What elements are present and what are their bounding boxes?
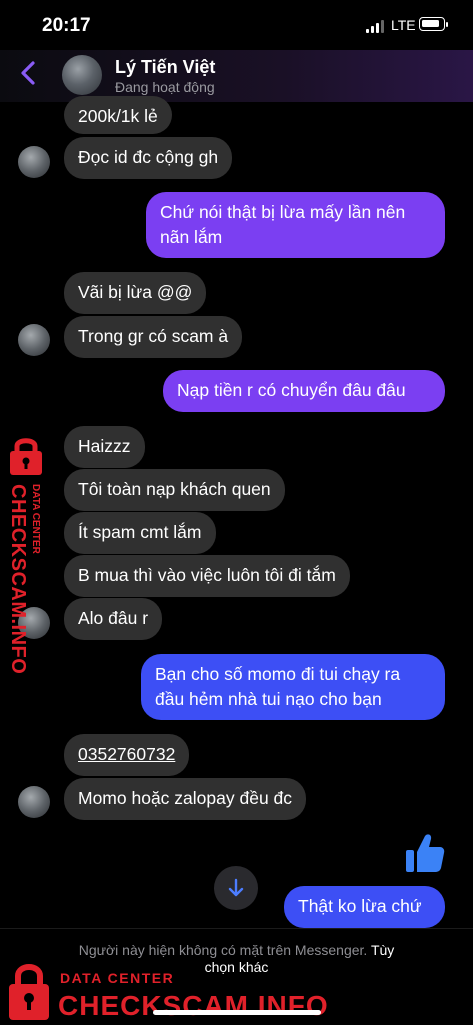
message-bubble-incoming[interactable]: 200k/1k lẻ xyxy=(64,96,172,134)
avatar[interactable] xyxy=(18,324,50,356)
unavailable-notice: Người này hiện không có mặt trên Messeng… xyxy=(78,942,368,958)
watermark-text: CHECKSCAM.INFO xyxy=(7,484,29,675)
message-bubble-incoming[interactable]: B mua thì vào việc luôn tôi đi tắm xyxy=(64,555,350,597)
message-bubble-outgoing[interactable]: Chứ nói thật bị lừa mấy lần nên nãn lắm xyxy=(146,192,445,258)
back-chevron-icon[interactable] xyxy=(18,60,44,88)
like-thumb-icon[interactable] xyxy=(405,832,445,874)
message-bubble-incoming[interactable]: Trong gr có scam à xyxy=(64,316,243,358)
signal-icon xyxy=(366,19,386,33)
contact-status: Đang hoạt động xyxy=(115,79,215,95)
lock-icon xyxy=(9,964,49,1020)
message-bubble-outgoing[interactable]: Thật ko lừa chứ xyxy=(284,886,445,928)
home-indicator[interactable] xyxy=(153,1010,321,1015)
phone-number-link[interactable]: 0352760732 xyxy=(64,734,190,776)
message-bubble-incoming[interactable]: Alo đâu r xyxy=(64,598,163,640)
watermark-subtext: DATA CENTER xyxy=(30,484,41,554)
watermark-subtext: DATA CENTER xyxy=(60,970,175,986)
message-bubble-incoming[interactable]: Tôi toàn nạp khách quen xyxy=(64,469,285,511)
scroll-down-button[interactable] xyxy=(214,866,258,910)
message-bubble-outgoing[interactable]: Nạp tiền r có chuyển đâu đâu xyxy=(163,370,445,412)
network-type: LTE xyxy=(391,17,416,33)
message-bubble-incoming[interactable]: Vãi bị lừa @@ xyxy=(64,272,207,314)
avatar[interactable] xyxy=(18,786,50,818)
lock-icon xyxy=(10,438,42,475)
status-time: 20:17 xyxy=(42,15,91,36)
watermark: CHECKSCAM.INFO DATA CENTER xyxy=(0,436,52,674)
battery-icon xyxy=(419,17,445,31)
scroll-down-arrow-icon xyxy=(228,878,244,897)
message-bubble-outgoing[interactable]: Bạn cho số momo đi tui chạy ra đầu hẻm n… xyxy=(141,654,445,720)
message-bubble-incoming[interactable]: Momo hoặc zalopay đều đc xyxy=(64,778,307,820)
message-bubble-incoming[interactable]: Haizzz xyxy=(64,426,145,468)
avatar[interactable] xyxy=(62,55,102,95)
watermark-text: CHECKSCAM.INFO xyxy=(58,990,329,1021)
chat-header: Lý Tiến Việt Đang hoạt động xyxy=(0,50,473,102)
message-bubble-incoming[interactable]: Ít spam cmt lắm xyxy=(64,512,216,554)
status-bar: 20:17 LTE xyxy=(0,0,473,50)
avatar[interactable] xyxy=(18,146,50,178)
more-options-link[interactable]: Tùy xyxy=(371,942,394,958)
contact-name[interactable]: Lý Tiến Việt xyxy=(115,57,215,78)
message-bubble-incoming[interactable]: Đọc id đc cộng gh xyxy=(64,137,233,179)
